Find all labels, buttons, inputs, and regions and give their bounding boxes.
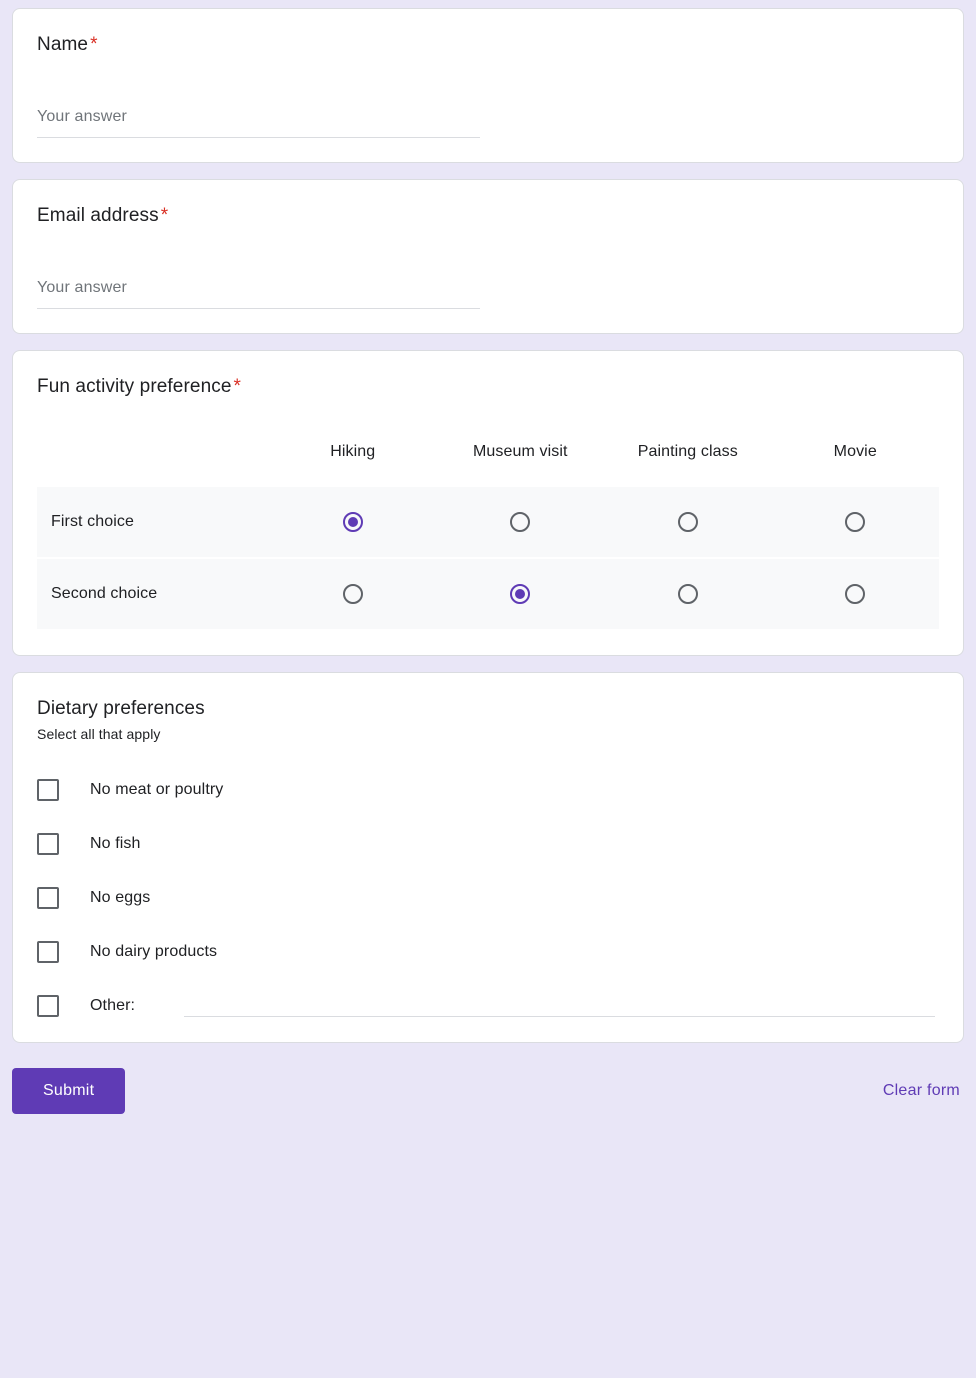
grid-cell-first-choice-museum-visit[interactable] [436, 487, 604, 557]
question-card-dietary-preferences: Dietary preferences Select all that appl… [12, 672, 964, 1043]
radio-second-choice-movie[interactable] [845, 584, 866, 604]
checkbox-icon[interactable] [37, 779, 59, 801]
question-card-email: Email address * Your answer [12, 179, 964, 334]
radio-second-choice-hiking[interactable] [342, 584, 363, 604]
short-answer-email[interactable]: Your answer [37, 276, 480, 309]
question-title-dietary-preferences: Dietary preferences [37, 698, 205, 719]
question-title-text: Email address [37, 205, 159, 226]
short-answer-name[interactable]: Your answer [37, 105, 480, 138]
checkbox-icon[interactable] [37, 833, 59, 855]
radio-second-choice-museum-visit[interactable] [510, 584, 531, 604]
grid-column-header-movie: Movie [833, 443, 877, 460]
question-title-text: Name [37, 34, 89, 55]
submit-button[interactable]: Submit [12, 1068, 126, 1114]
grid-column-header-painting-class: Painting class [637, 443, 738, 460]
grid-row-second-choice: Second choice [37, 559, 939, 629]
grid-cell-second-choice-hiking[interactable] [269, 559, 437, 629]
checkbox-row-no-dairy-products[interactable]: No dairy products [37, 940, 939, 964]
checkbox-label: No meat or poultry [90, 781, 224, 798]
question-card-fun-activity: Fun activity preference * Hiking Museum v… [12, 350, 964, 656]
question-title-name: Name * [37, 33, 939, 57]
checkbox-label-other: Other: [90, 997, 136, 1014]
grid-cell-first-choice-painting-class[interactable] [604, 487, 772, 557]
checkbox-icon[interactable] [37, 941, 59, 963]
grid-cell-second-choice-museum-visit[interactable] [436, 559, 604, 629]
question-help-text: Select all that apply [37, 726, 161, 742]
grid-column-header-hiking: Hiking [330, 443, 376, 460]
answer-placeholder[interactable]: Your answer [37, 105, 480, 137]
question-title-text: Fun activity preference [37, 376, 232, 397]
checkbox-icon[interactable] [37, 887, 59, 909]
grid-row-label: Second choice [37, 559, 269, 629]
grid-header-row: Hiking Museum visit Painting class Movie [37, 441, 939, 485]
radio-first-choice-museum-visit[interactable] [510, 512, 531, 532]
clear-form-link[interactable]: Clear form [883, 1081, 964, 1101]
answer-placeholder[interactable]: Your answer [37, 276, 480, 308]
grid-cell-first-choice-hiking[interactable] [269, 487, 437, 557]
radio-first-choice-movie[interactable] [845, 512, 866, 532]
grid-column-header-museum-visit: Museum visit [472, 443, 568, 460]
checkbox-row-other[interactable]: Other: [37, 994, 939, 1018]
checkbox-label: No fish [90, 835, 141, 852]
required-asterisk: * [90, 34, 98, 55]
required-asterisk: * [160, 205, 169, 226]
input-underline [37, 308, 480, 309]
checkbox-row-no-meat-or-poultry[interactable]: No meat or poultry [37, 778, 939, 802]
grid-table: Hiking Museum visit Painting class Movie… [37, 439, 939, 631]
radio-first-choice-hiking[interactable] [342, 512, 363, 532]
other-input-underline [184, 1016, 935, 1017]
question-card-name: Name * Your answer [12, 8, 964, 163]
grid-cell-first-choice-movie[interactable] [771, 487, 939, 557]
question-title-email: Email address * [37, 204, 939, 228]
other-text-input[interactable] [184, 995, 935, 1017]
required-asterisk: * [233, 376, 241, 397]
checkbox-label: No dairy products [90, 943, 218, 960]
grid-row-first-choice: First choice [37, 487, 939, 557]
grid-cell-second-choice-movie[interactable] [771, 559, 939, 629]
question-title-fun-activity: Fun activity preference * [37, 375, 939, 399]
checkbox-label: No eggs [90, 889, 151, 906]
checkbox-row-no-fish[interactable]: No fish [37, 832, 939, 856]
input-underline [37, 137, 480, 138]
radio-first-choice-painting-class[interactable] [677, 512, 698, 532]
checkbox-icon[interactable] [37, 995, 59, 1017]
grid-cell-second-choice-painting-class[interactable] [604, 559, 772, 629]
form-footer: Submit Clear form [12, 1059, 964, 1115]
grid-row-label: First choice [37, 487, 269, 557]
google-form: Name * Your answer Email address * Your an… [0, 0, 976, 1043]
multiple-choice-grid: Hiking Museum visit Painting class Movie… [37, 439, 939, 631]
radio-second-choice-painting-class[interactable] [677, 584, 698, 604]
checkbox-option-list: No meat or poultry No fish No eggs No da… [37, 778, 939, 1018]
grid-header-blank [37, 441, 269, 485]
checkbox-row-no-eggs[interactable]: No eggs [37, 886, 939, 910]
